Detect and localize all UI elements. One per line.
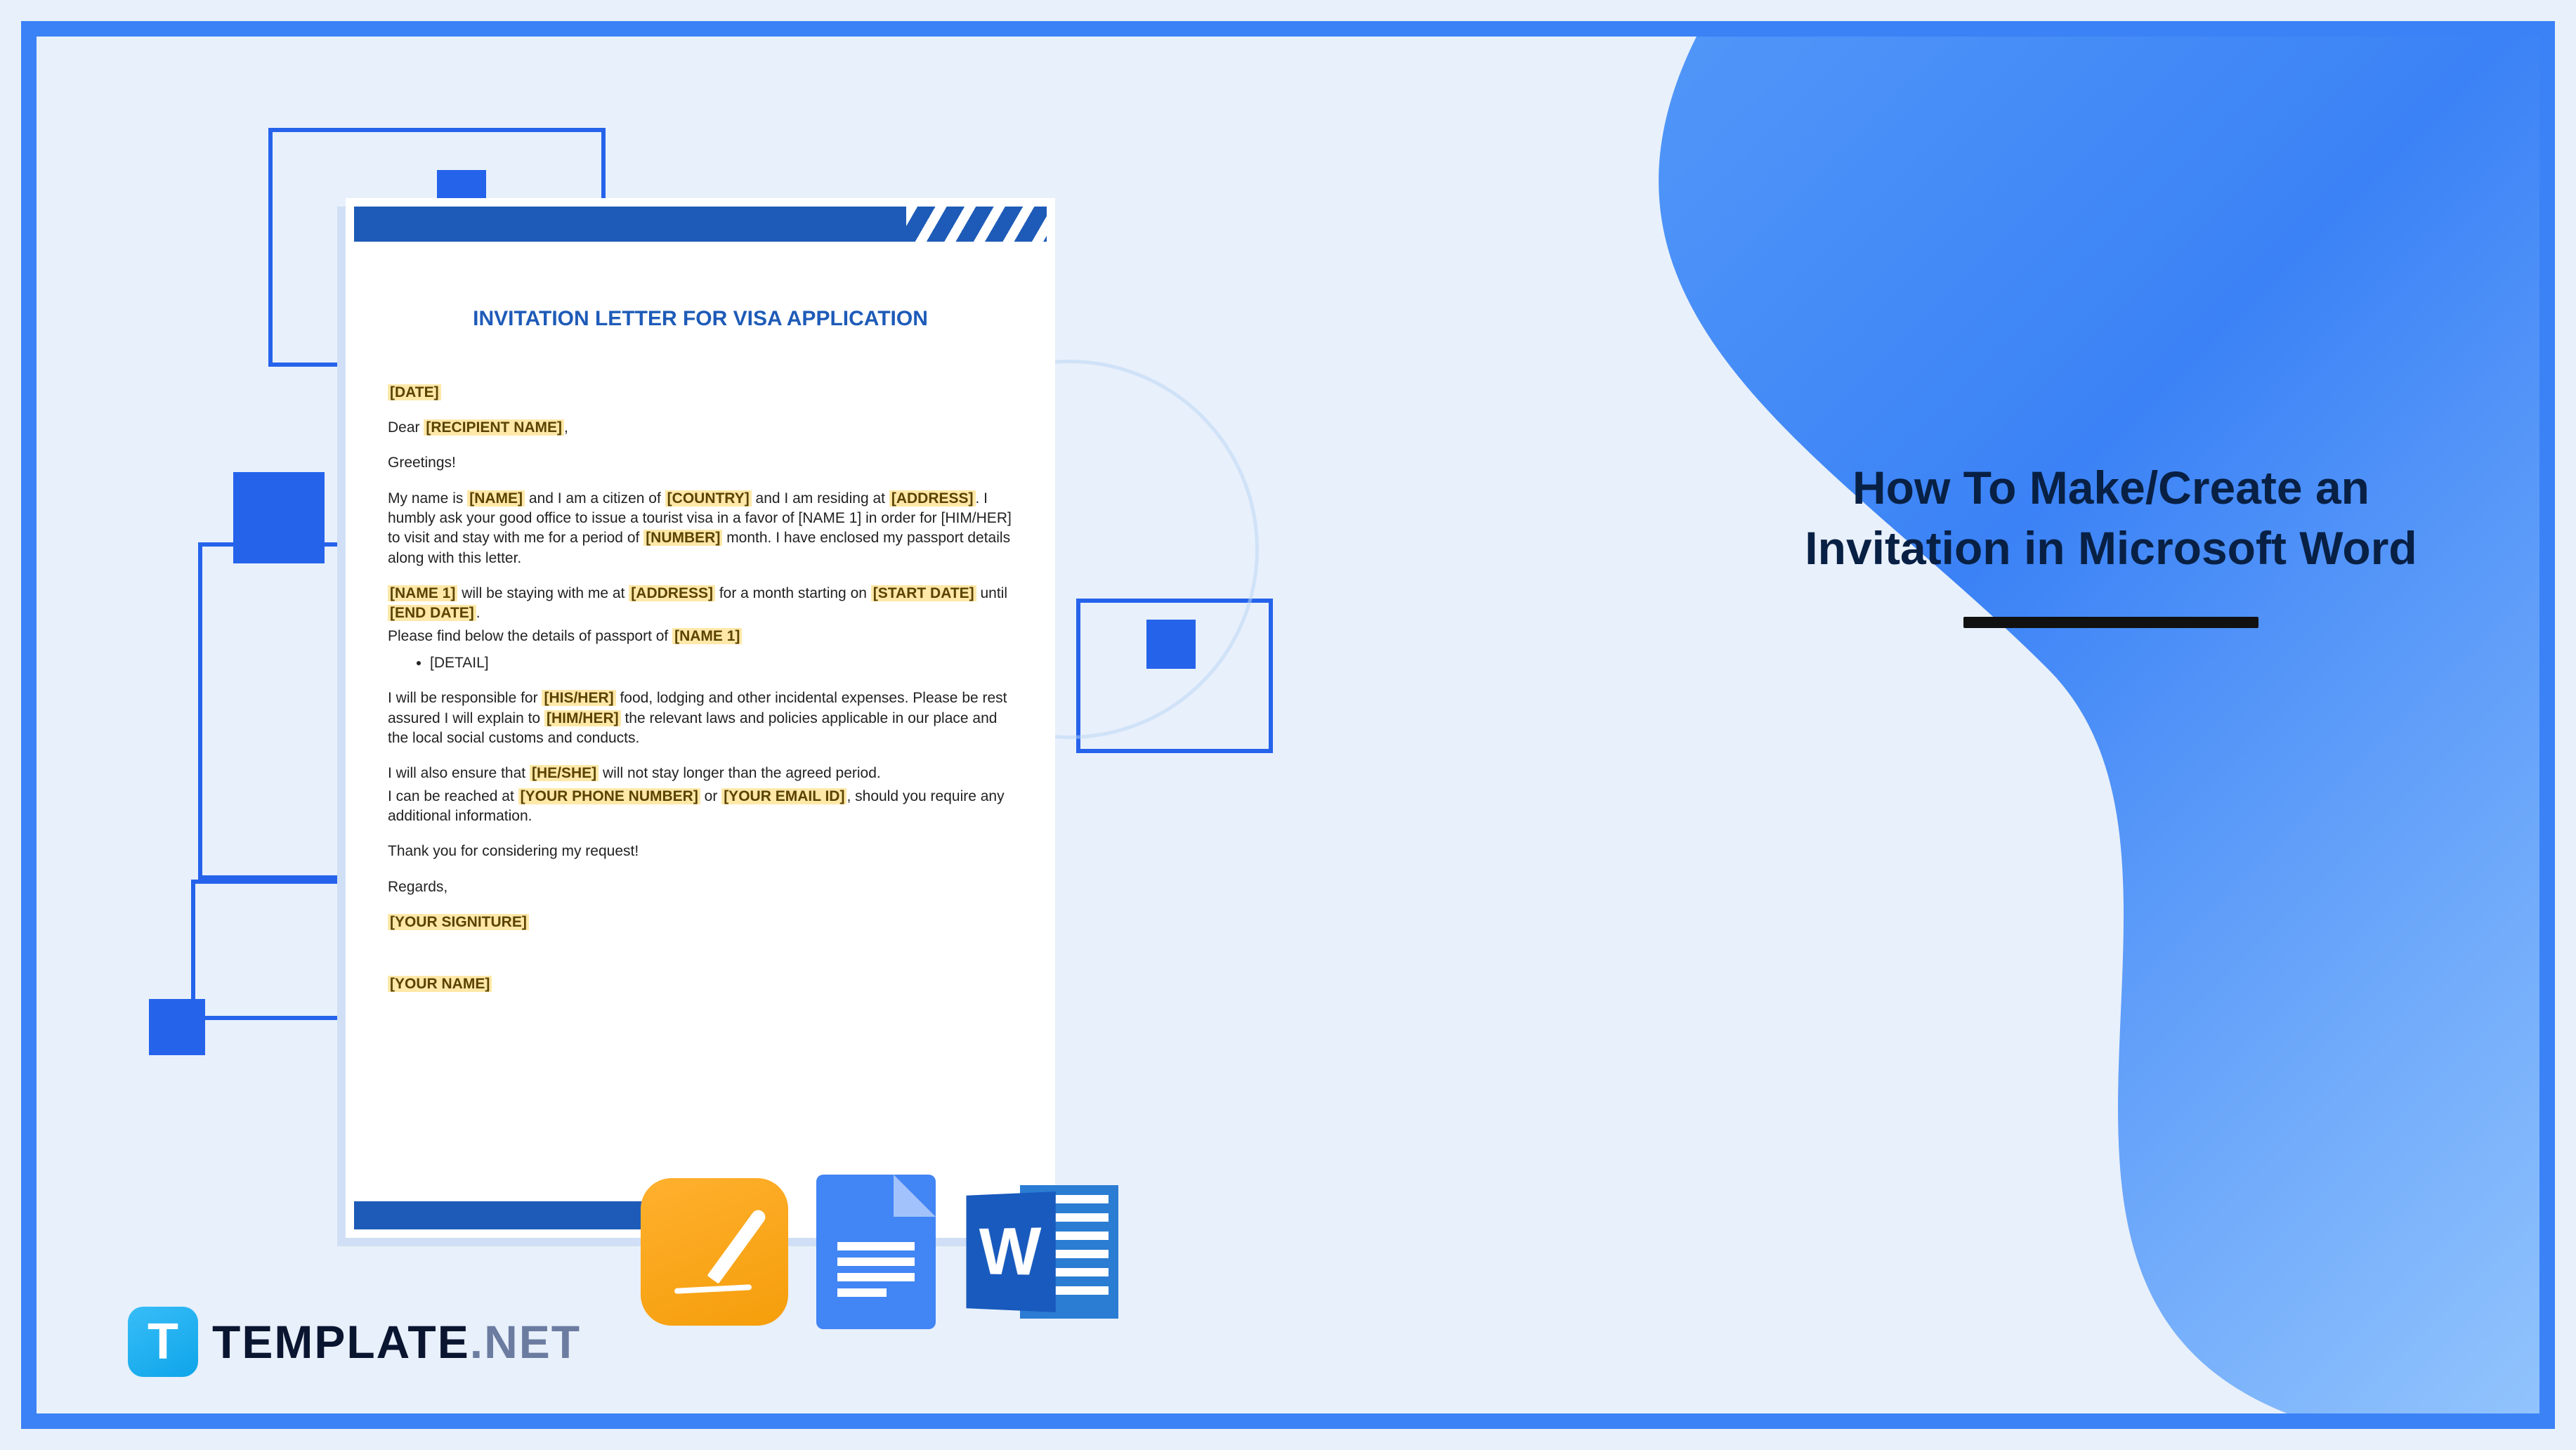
doc-header-bar <box>354 207 1047 242</box>
word-letter: W <box>966 1191 1055 1312</box>
title-underline <box>1963 617 2258 628</box>
page-title: How To Make/Create an Invitation in Micr… <box>1795 458 2427 579</box>
app-icon-row: W <box>641 1175 1118 1329</box>
brand-icon: T <box>128 1307 198 1377</box>
brand-logo: T TEMPLATE.NET <box>128 1307 581 1377</box>
google-docs-icon <box>816 1175 936 1329</box>
decor-square <box>149 999 205 1055</box>
regards-line: Regards, <box>388 877 1013 897</box>
recipient-field: [RECIPIENT NAME] <box>424 419 564 436</box>
paragraph-6: I can be reached at [YOUR PHONE NUMBER] … <box>388 787 1013 827</box>
doc-body: INVITATION LETTER FOR VISA APPLICATION [… <box>346 242 1055 1038</box>
microsoft-word-icon: W <box>964 1178 1118 1326</box>
apple-pages-icon <box>641 1178 788 1326</box>
page-title-area: How To Make/Create an Invitation in Micr… <box>1795 458 2427 628</box>
paragraph-1: My name is [NAME] and I am a citizen of … <box>388 489 1013 568</box>
thanks-line: Thank you for considering my request! <box>388 842 1013 861</box>
date-field: [DATE] <box>388 384 441 400</box>
paragraph-4: I will be responsible for [HIS/HER] food… <box>388 688 1013 748</box>
doc-footer-bar <box>354 1201 662 1229</box>
signature-field: [YOUR SIGNITURE] <box>388 914 529 930</box>
wave-background <box>1064 37 2539 1429</box>
paragraph-5: I will also ensure that [HE/SHE] will no… <box>388 764 1013 783</box>
docs-lines <box>837 1242 915 1304</box>
detail-list: [DETAIL] <box>430 653 1013 673</box>
main-frame: INVITATION LETTER FOR VISA APPLICATION [… <box>21 21 2555 1429</box>
paragraph-3: Please find below the details of passpor… <box>388 627 1013 646</box>
your-name-field: [YOUR NAME] <box>388 976 492 992</box>
doc-title: INVITATION LETTER FOR VISA APPLICATION <box>388 305 1013 334</box>
detail-item: [DETAIL] <box>430 653 1013 673</box>
document-preview: INVITATION LETTER FOR VISA APPLICATION [… <box>346 198 1055 1238</box>
dear-label: Dear <box>388 419 420 436</box>
greeting: Greetings! <box>388 453 1013 473</box>
brand-text: TEMPLATE.NET <box>212 1315 581 1369</box>
paragraph-2: [NAME 1] will be staying with me at [ADD… <box>388 584 1013 624</box>
